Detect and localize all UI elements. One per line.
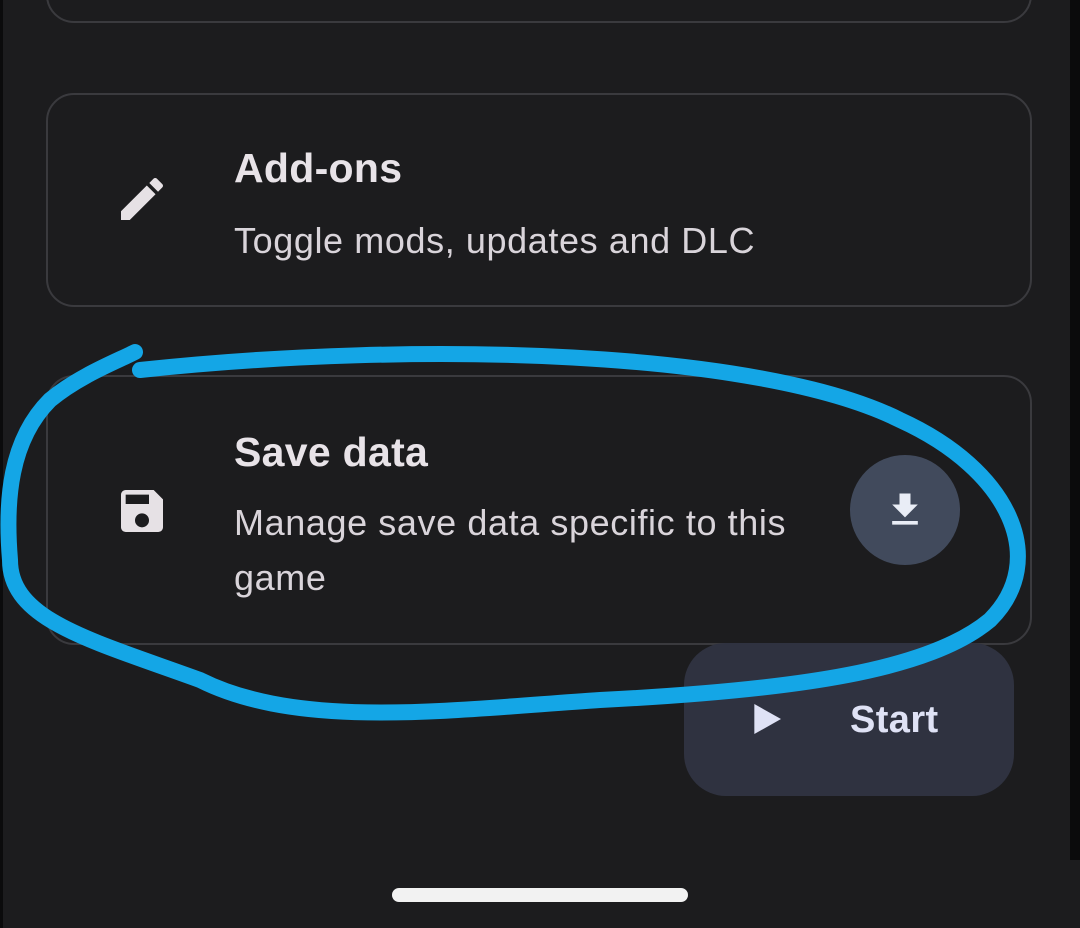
play-icon xyxy=(754,704,781,734)
left-screen-edge xyxy=(0,0,3,928)
start-label: Start xyxy=(850,699,939,741)
addons-title: Add-ons xyxy=(234,145,403,191)
floppy-disk-icon xyxy=(114,483,170,539)
right-screen-edge xyxy=(1070,0,1080,860)
previous-card[interactable] xyxy=(46,0,1032,23)
save-data-card[interactable]: Save data Manage save data specific to t… xyxy=(46,375,1032,645)
screen: Add-ons Toggle mods, updates and DLC Sav… xyxy=(0,0,1080,928)
addons-card[interactable]: Add-ons Toggle mods, updates and DLC xyxy=(46,93,1032,307)
home-indicator[interactable] xyxy=(392,888,688,902)
pencil-icon xyxy=(114,171,170,227)
save-data-description: Manage save data specific to this game xyxy=(234,502,787,598)
addons-description: Toggle mods, updates and DLC xyxy=(234,220,756,261)
download-button[interactable] xyxy=(850,455,960,565)
start-button[interactable]: Start xyxy=(684,643,1014,796)
download-icon xyxy=(892,493,918,525)
save-data-title: Save data xyxy=(234,429,429,475)
